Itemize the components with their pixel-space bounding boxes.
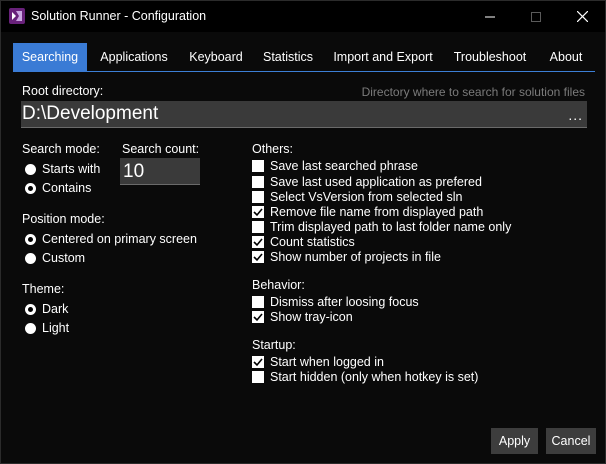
root-directory-label: Root directory: (22, 84, 104, 98)
position-mode-label: Position mode: (22, 212, 105, 226)
radio-label: Centered on primary screen (42, 232, 197, 246)
checkmark-icon (252, 236, 264, 248)
checkbox-label: Dismiss after loosing focus (270, 295, 419, 309)
option-show-tray-icon[interactable]: Show tray-icon (252, 310, 353, 324)
checkbox-icon (252, 221, 264, 233)
cancel-button[interactable]: Cancel (546, 428, 596, 454)
close-button[interactable] (559, 1, 605, 32)
search-count-label: Search count: (122, 142, 200, 156)
checkbox-label: Show tray-icon (270, 310, 353, 324)
radio-icon (25, 303, 36, 315)
checkbox-icon (252, 160, 264, 172)
option-show-project-count[interactable]: Show number of projects in file (252, 250, 441, 264)
radio-label: Dark (42, 302, 69, 316)
apply-button[interactable]: Apply (491, 428, 538, 454)
checkmark-icon (252, 206, 264, 218)
option-count-statistics[interactable]: Count statistics (252, 235, 355, 249)
search-mode-contains[interactable]: Contains (25, 181, 91, 195)
search-mode-starts-with[interactable]: Starts with (25, 162, 100, 176)
checkmark-icon (252, 356, 264, 368)
checkbox-icon (252, 191, 264, 203)
checkmark-icon (252, 311, 264, 323)
checkbox-label: Select VsVersion from selected sln (270, 190, 463, 204)
option-start-when-logged-in[interactable]: Start when logged in (252, 355, 384, 369)
checkbox-label: Show number of projects in file (270, 250, 441, 264)
minimize-button[interactable] (467, 1, 513, 32)
tab-troubleshoot[interactable]: Troubleshoot (447, 43, 533, 72)
checkbox-label: Save last used application as prefered (270, 175, 482, 189)
tab-about[interactable]: About (541, 43, 591, 72)
option-save-last-phrase[interactable]: Save last searched phrase (252, 159, 418, 173)
option-start-hidden[interactable]: Start hidden (only when hotkey is set) (252, 370, 478, 384)
root-directory-input[interactable]: D:\Development ... (21, 101, 587, 128)
theme-light[interactable]: Light (25, 321, 69, 335)
option-dismiss-on-focus-loss[interactable]: Dismiss after loosing focus (252, 295, 419, 309)
checkbox-icon (252, 296, 264, 308)
window-title: Solution Runner - Configuration (31, 9, 207, 23)
radio-icon (25, 252, 36, 264)
checkmark-icon (252, 251, 264, 263)
radio-icon (25, 322, 36, 334)
radio-label: Starts with (42, 162, 101, 176)
theme-label: Theme: (22, 282, 65, 296)
option-save-last-application[interactable]: Save last used application as prefered (252, 175, 482, 189)
root-directory-value: D:\Development (22, 103, 159, 124)
title-bar[interactable]: Solution Runner - Configuration (1, 1, 605, 32)
checkbox-label: Start hidden (only when hotkey is set) (270, 370, 479, 384)
search-mode-label: Search mode: (22, 142, 100, 156)
radio-icon (25, 182, 36, 194)
others-label: Others: (252, 142, 293, 156)
checkbox-icon (252, 176, 264, 188)
maximize-button[interactable] (513, 1, 559, 32)
behavior-label: Behavior: (252, 278, 305, 292)
checkbox-label: Remove file name from displayed path (270, 205, 484, 219)
option-select-vsversion[interactable]: Select VsVersion from selected sln (252, 190, 462, 204)
radio-label: Custom (42, 251, 86, 265)
position-mode-centered[interactable]: Centered on primary screen (25, 232, 197, 246)
startup-label: Startup: (252, 338, 296, 352)
browse-button[interactable]: ... (568, 107, 583, 123)
checkbox-label: Count statistics (270, 235, 355, 249)
position-mode-custom[interactable]: Custom (25, 251, 85, 265)
root-directory-hint: Directory where to search for solution f… (361, 85, 585, 99)
radio-icon (25, 163, 36, 175)
search-count-input[interactable]: 10 (120, 158, 200, 185)
radio-icon (25, 233, 36, 245)
tab-keyboard[interactable]: Keyboard (181, 43, 251, 72)
tab-searching[interactable]: Searching (13, 43, 87, 72)
tab-bar: Searching Applications Keyboard Statisti… (13, 43, 595, 72)
tab-applications[interactable]: Applications (93, 43, 175, 72)
option-remove-file-name[interactable]: Remove file name from displayed path (252, 205, 483, 219)
search-count-value: 10 (123, 161, 145, 182)
radio-label: Light (42, 321, 70, 335)
theme-dark[interactable]: Dark (25, 302, 68, 316)
checkbox-label: Trim displayed path to last folder name … (270, 220, 512, 234)
app-icon (9, 8, 25, 24)
tab-statistics[interactable]: Statistics (257, 43, 319, 72)
option-trim-path[interactable]: Trim displayed path to last folder name … (252, 220, 511, 234)
checkbox-icon (252, 371, 264, 383)
radio-label: Contains (42, 181, 92, 195)
tab-import-export[interactable]: Import and Export (327, 43, 439, 72)
checkbox-label: Save last searched phrase (270, 159, 419, 173)
configuration-window: Solution Runner - Configuration Searchin… (0, 0, 606, 464)
checkbox-label: Start when logged in (270, 355, 384, 369)
